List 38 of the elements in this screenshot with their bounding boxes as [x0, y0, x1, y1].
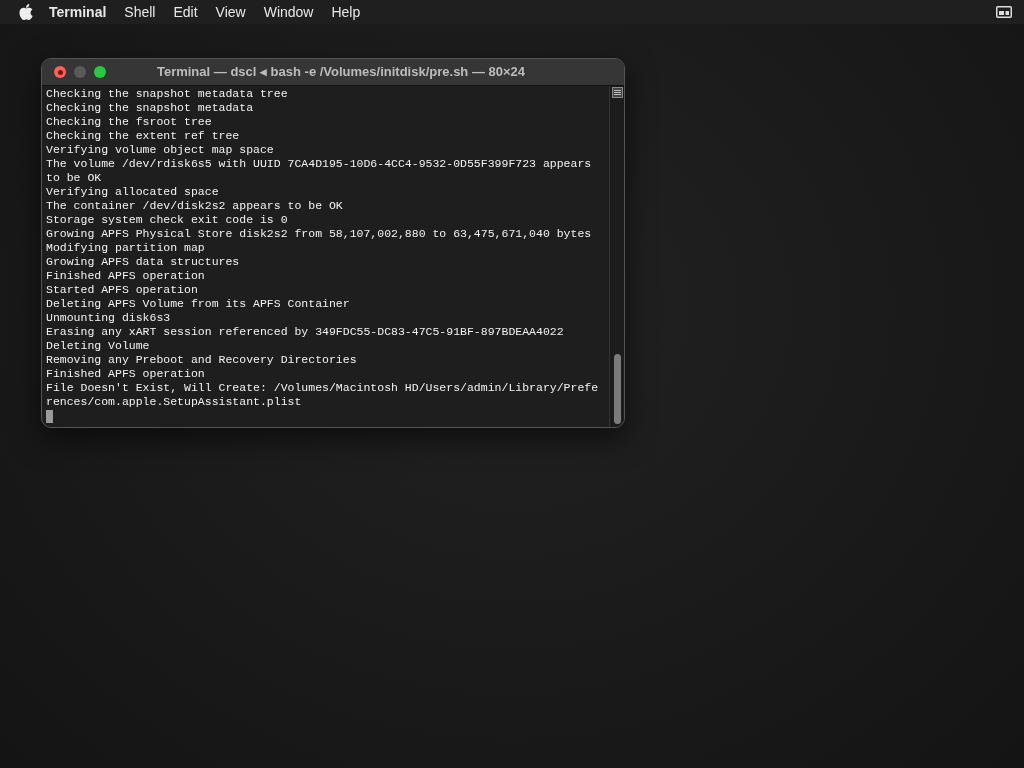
output-line: Checking the fsroot tree	[46, 115, 213, 129]
output-line: Unmounting disk6s3	[46, 311, 172, 325]
output-line: Growing APFS Physical Store disk2s2 from 58,107,002,880 to 63,475,671,040 bytes	[46, 227, 593, 241]
window-title: Terminal — dscl ◂ bash -e /Volumes/initdisk/pre.sh — 80×24	[156, 63, 526, 82]
output-line: Finished APFS operation	[46, 367, 206, 381]
close-button[interactable]	[54, 66, 66, 78]
output-line: Checking the snapshot metadata	[46, 101, 255, 115]
text-cursor	[46, 410, 53, 423]
output-line: Checking the snapshot metadata tree	[46, 87, 289, 101]
output-line: Deleting Volume	[46, 339, 151, 353]
output-line: Started APFS operation	[46, 283, 199, 297]
menu-item[interactable]: Edit	[164, 0, 207, 24]
output-line: Removing any Preboot and Recovery Directories	[46, 353, 358, 367]
output-line: Storage system check exit code is 0	[46, 213, 289, 227]
scroll-thumb[interactable]	[613, 354, 621, 424]
menu-item[interactable]: Window	[254, 0, 323, 24]
output-line: Erasing any xART session referenced by 349FDC55-DC83-47C5-91BF-897BDEAA4022	[46, 325, 565, 339]
window-icon[interactable]	[996, 6, 1012, 18]
output-line: Finished APFS operation	[46, 269, 206, 283]
output-line: The container /dev/disk2s2 appears to be OK	[46, 199, 344, 213]
scroll-bar[interactable]	[609, 86, 624, 427]
output-line: File Doesn't Exist, Will Create: /Volumes/Macintosh HD/Users/admin/Library/Prefe	[46, 381, 600, 395]
menu-item[interactable]: View	[206, 0, 255, 24]
zoom-button[interactable]	[94, 66, 106, 78]
menu-item[interactable]: Shell	[115, 0, 165, 24]
output-line: rences/com.apple.SetupAssistant.plist	[46, 395, 303, 409]
output-line: to be OK	[46, 171, 103, 185]
output-line: Deleting APFS Volume from its APFS Container	[46, 297, 351, 311]
app-menu[interactable]: Terminal	[40, 0, 116, 24]
output-line: Growing APFS data structures	[46, 255, 241, 269]
split-view-icon[interactable]	[612, 87, 623, 98]
output-line: Modifying partition map	[46, 241, 206, 255]
apple-logo-icon[interactable]	[19, 3, 34, 21]
menu-item[interactable]: Help	[322, 0, 370, 24]
output-line: The volume /dev/rdisk6s5 with UUID 7CA4D195-10D6-4CC4-9532-0D55F399F723 appears	[46, 157, 593, 171]
output-line: Verifying volume object map space	[46, 143, 275, 157]
output-line: Verifying allocated space	[46, 185, 220, 199]
output-line: Checking the extent ref tree	[46, 129, 241, 143]
